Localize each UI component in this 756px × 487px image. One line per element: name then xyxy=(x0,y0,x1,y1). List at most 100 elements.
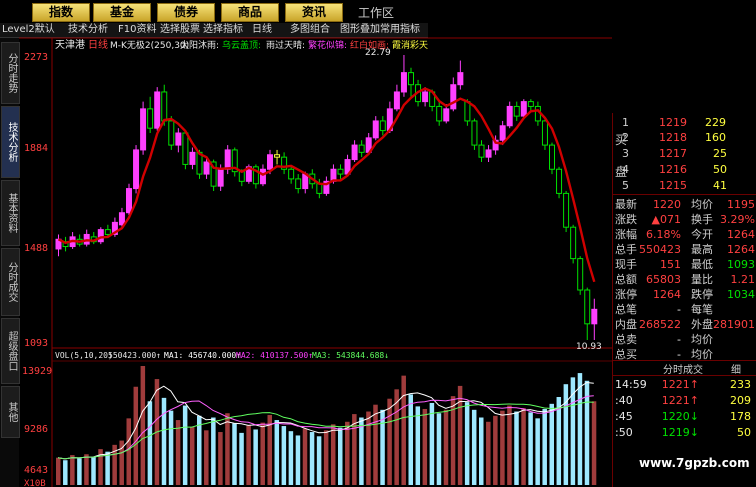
pattern-label-2: 乌云盖顶: xyxy=(222,39,261,51)
volume-bar xyxy=(507,405,512,485)
volume-bar xyxy=(549,403,554,485)
bid-side-label: 盘 xyxy=(615,165,628,179)
volume-bar xyxy=(323,430,329,485)
ticks-header[interactable]: 分时成交 细 xyxy=(613,360,756,376)
pattern-label-6: 霞消彩天 xyxy=(392,39,428,51)
quote-row: 涨跌 ▲071 换手 3.29% xyxy=(613,212,756,227)
volume-bar xyxy=(56,457,61,485)
candle xyxy=(584,289,591,325)
tick-price: 1219↓ xyxy=(661,426,699,439)
candle xyxy=(450,84,457,110)
bid-row[interactable]: 5 1215 41 xyxy=(613,178,756,193)
bid-row[interactable]: 3 1217 25 xyxy=(613,146,756,161)
ticks-detail-button[interactable]: 细 xyxy=(731,361,741,376)
tick-time: :40 xyxy=(615,394,633,407)
tick-time: :50 xyxy=(615,426,633,439)
candle xyxy=(408,72,414,86)
volume-bar xyxy=(246,425,251,485)
kline-chart[interactable]: 天津港 日线 M-K无极2(250,30) 太阳沐雨: 乌云盖顶: 雨过天晴: … xyxy=(0,0,612,487)
tick-row[interactable]: :45 1220↓ 178 xyxy=(613,409,756,424)
volume-bar xyxy=(182,405,188,485)
quote-row: 总额 65803 量比 1.21 xyxy=(613,272,756,287)
volume-bar xyxy=(77,458,82,485)
volume-bar xyxy=(521,408,526,485)
candle xyxy=(443,108,450,122)
volume-bar xyxy=(281,426,287,485)
tick-price: 1221↑ xyxy=(661,394,699,407)
volume-bar xyxy=(338,427,343,485)
bid-volume: 25 xyxy=(713,147,727,160)
quote-row: 总手 550423 最高 1264 xyxy=(613,242,756,257)
volume-bar xyxy=(471,409,477,485)
tick-row[interactable]: 14:59 1221↑ 233 xyxy=(613,377,756,392)
vol-label: VOL(5,10,20) xyxy=(55,351,113,360)
ticks-title: 分时成交 xyxy=(663,365,703,376)
volume-bar xyxy=(84,454,89,485)
period-label: 日线 xyxy=(88,38,108,51)
watermark: www.7gpzb.com xyxy=(639,456,750,470)
candle xyxy=(372,120,379,139)
vol-ma2: MA2: 410137.500↑ xyxy=(236,351,313,360)
bid-row[interactable]: 4 1216 50 xyxy=(613,162,756,177)
quote-value: 550423 xyxy=(639,243,681,256)
quote-value: 281901 xyxy=(713,318,755,331)
tick-row[interactable]: :40 1221↑ 209 xyxy=(613,393,756,408)
vol-axis-label: 9286 xyxy=(24,424,48,435)
candle xyxy=(591,308,598,325)
candle xyxy=(154,91,161,129)
candle xyxy=(457,72,464,86)
candle xyxy=(224,149,231,170)
quote-label: 最新 xyxy=(615,198,637,211)
candle xyxy=(563,192,570,228)
candle xyxy=(570,226,577,260)
candle xyxy=(556,168,563,194)
candle xyxy=(140,108,147,151)
volume-bar xyxy=(366,411,371,485)
volume-bar xyxy=(197,415,202,485)
volume-bar xyxy=(577,373,583,485)
volume-bar xyxy=(415,406,421,485)
volume-bar xyxy=(359,417,364,485)
candle xyxy=(485,149,492,158)
quote-label: 最低 xyxy=(691,258,713,271)
quote-panel: 1 1219 229 2 1218 160 3 1217 25 4 1216 5… xyxy=(612,113,756,487)
price-axis-label: 2273 xyxy=(24,52,48,63)
quote-value: - xyxy=(677,333,681,346)
candle xyxy=(288,168,295,180)
volume-bar xyxy=(443,409,449,485)
bid-volume: 50 xyxy=(713,163,727,176)
candle xyxy=(316,183,323,194)
candle xyxy=(217,168,224,187)
bid-price: 1218 xyxy=(659,131,687,144)
bid-row[interactable]: 1 1219 229 xyxy=(613,115,756,130)
quote-label: 涨幅 xyxy=(615,228,637,241)
candle xyxy=(203,161,210,175)
volume-bar xyxy=(464,402,470,485)
tick-time: :45 xyxy=(615,410,633,423)
quote-label: 量比 xyxy=(691,273,713,286)
candle xyxy=(351,144,358,161)
volume-bar xyxy=(91,456,96,485)
volume-bar xyxy=(274,420,280,485)
volume-bar xyxy=(542,408,547,485)
tick-row[interactable]: :50 1219↓ 50 xyxy=(613,425,756,440)
candle xyxy=(274,154,281,158)
volume-bar xyxy=(232,423,237,485)
bid-price: 1217 xyxy=(659,147,687,160)
candle xyxy=(259,168,266,185)
candle xyxy=(295,178,302,190)
bid-row[interactable]: 2 1218 160 xyxy=(613,130,756,145)
bid-price: 1215 xyxy=(659,179,687,192)
tick-volume: 50 xyxy=(737,426,751,439)
volume-bar xyxy=(514,411,519,485)
volume-bar xyxy=(70,455,75,485)
volume-bar xyxy=(479,417,484,485)
low-marker: 10.93 xyxy=(576,342,602,352)
candle xyxy=(549,144,555,170)
quote-value: 1264 xyxy=(727,243,755,256)
volume-bar xyxy=(535,418,540,485)
quote-label: 均价 xyxy=(691,333,713,346)
volume-bar xyxy=(528,412,533,485)
volume-bar xyxy=(133,386,139,485)
quote-value: 6.18% xyxy=(646,228,681,241)
